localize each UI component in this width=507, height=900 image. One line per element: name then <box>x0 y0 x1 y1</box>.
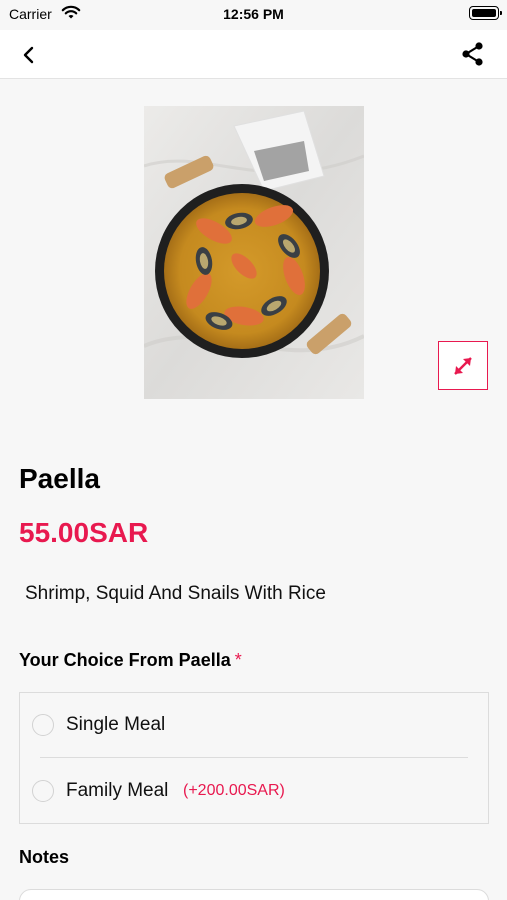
paella-dish-photo <box>144 106 364 399</box>
status-bar: Carrier 12:56 PM <box>0 0 507 30</box>
product-name: Paella <box>19 463 100 494</box>
product-description: Shrimp, Squid And Snails With Rice <box>25 583 326 604</box>
radio-button[interactable] <box>32 714 54 736</box>
navigation-bar <box>0 30 507 79</box>
share-icon <box>462 42 483 66</box>
option-label: Single Meal <box>66 714 166 735</box>
notes-input[interactable] <box>19 889 489 900</box>
choice-section-label: Your Choice From Paella * <box>19 650 242 671</box>
notes-label: Notes <box>19 847 70 867</box>
option-family-meal[interactable]: Family Meal (+200.00SAR) <box>20 759 488 825</box>
battery-icon <box>469 6 502 20</box>
option-label: Family Meal <box>66 780 169 801</box>
share-button[interactable] <box>457 38 489 70</box>
product-image[interactable] <box>144 106 364 399</box>
radio-button[interactable] <box>32 780 54 802</box>
required-marker: * <box>234 650 242 670</box>
expand-arrows-icon <box>454 356 472 375</box>
option-divider <box>40 757 468 758</box>
expand-image-button[interactable] <box>438 341 488 390</box>
back-button[interactable] <box>14 40 44 70</box>
option-extra-price: (+200.00SAR) <box>183 782 285 799</box>
choice-label-text: Your Choice From Paella <box>19 650 231 670</box>
product-price: 55.00SAR <box>19 517 149 548</box>
status-time: 12:56 PM <box>223 6 284 22</box>
option-single-meal[interactable]: Single Meal <box>20 693 488 759</box>
choice-options: Single Meal Family Meal (+200.00SAR) <box>19 692 489 824</box>
chevron-left-icon <box>23 46 34 64</box>
